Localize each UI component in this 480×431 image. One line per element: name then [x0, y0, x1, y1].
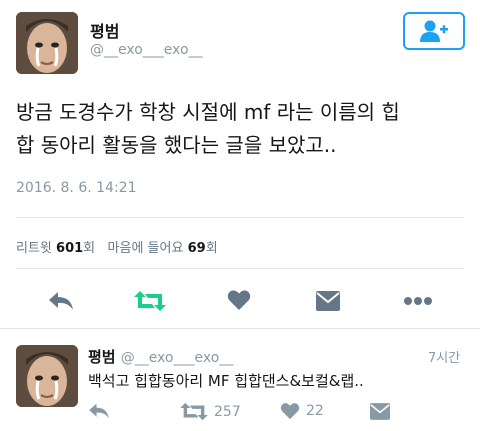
likes-unit: 회 [205, 241, 218, 256]
avatar-image [16, 12, 78, 74]
more-dots-icon [404, 297, 432, 305]
reply-button[interactable] [48, 290, 74, 312]
divider [16, 268, 464, 269]
tweet-text-line-1: 방금 도경수가 학창 시절에 mf 라는 이름의 힙 [16, 100, 400, 124]
reply-avatar[interactable] [16, 345, 78, 407]
add-user-icon [420, 20, 448, 42]
more-button[interactable] [403, 296, 433, 306]
retweets-count[interactable]: 601 [56, 241, 83, 256]
envelope-icon [316, 291, 340, 311]
reply-reply-button[interactable] [88, 402, 110, 420]
like-button[interactable] [227, 289, 251, 311]
reply-retweet-count: 257 [214, 403, 241, 420]
tweet-text: 방금 도경수가 학창 시절에 mf 라는 이름의 힙 합 동아리 활동을 했다는… [16, 96, 471, 162]
likes-count[interactable]: 69 [188, 241, 206, 256]
reply-author-name[interactable]: 평범 [88, 348, 116, 366]
avatar-image [16, 345, 78, 407]
reply-icon [49, 292, 73, 310]
envelope-icon [370, 403, 390, 420]
author-name[interactable]: 평범 [90, 18, 119, 42]
reply-icon [89, 403, 109, 419]
reply-time[interactable]: 7시간 [428, 347, 460, 366]
retweets-unit: 회 [83, 241, 96, 256]
heart-icon [227, 290, 251, 310]
reply-header: 평범 @__exo___exo__ [88, 346, 233, 367]
retweet-icon [180, 402, 208, 421]
main-avatar[interactable] [16, 12, 78, 74]
reply-like-count: 22 [306, 403, 324, 419]
tweet-text-line-2: 합 동아리 활동을 했다는 글을 보았고.. [16, 133, 337, 157]
reply-text: 백석고 힙합동아리 MF 힙합댄스&보컬&랩.. [88, 372, 364, 390]
retweet-button[interactable] [134, 290, 166, 312]
tweet-timestamp[interactable]: 2016. 8. 6. 14:21 [16, 180, 137, 196]
retweets-label: 리트윗 [16, 241, 52, 256]
heart-icon [280, 403, 300, 420]
follow-button[interactable] [403, 12, 465, 50]
reply-retweet-button[interactable]: 257 [180, 402, 241, 421]
divider [16, 217, 464, 218]
reply-like-button[interactable]: 22 [280, 402, 324, 420]
reply-author-handle[interactable]: @__exo___exo__ [121, 350, 234, 366]
tweet-stats: 리트윗 601회 마음에 들어요 69회 [16, 237, 218, 256]
author-handle[interactable]: @__exo___exo__ [90, 42, 203, 58]
divider [0, 328, 480, 329]
likes-label: 마음에 들어요 [107, 241, 184, 256]
retweet-icon [134, 291, 166, 311]
reply-message-button[interactable] [370, 403, 390, 420]
message-button[interactable] [316, 291, 340, 311]
